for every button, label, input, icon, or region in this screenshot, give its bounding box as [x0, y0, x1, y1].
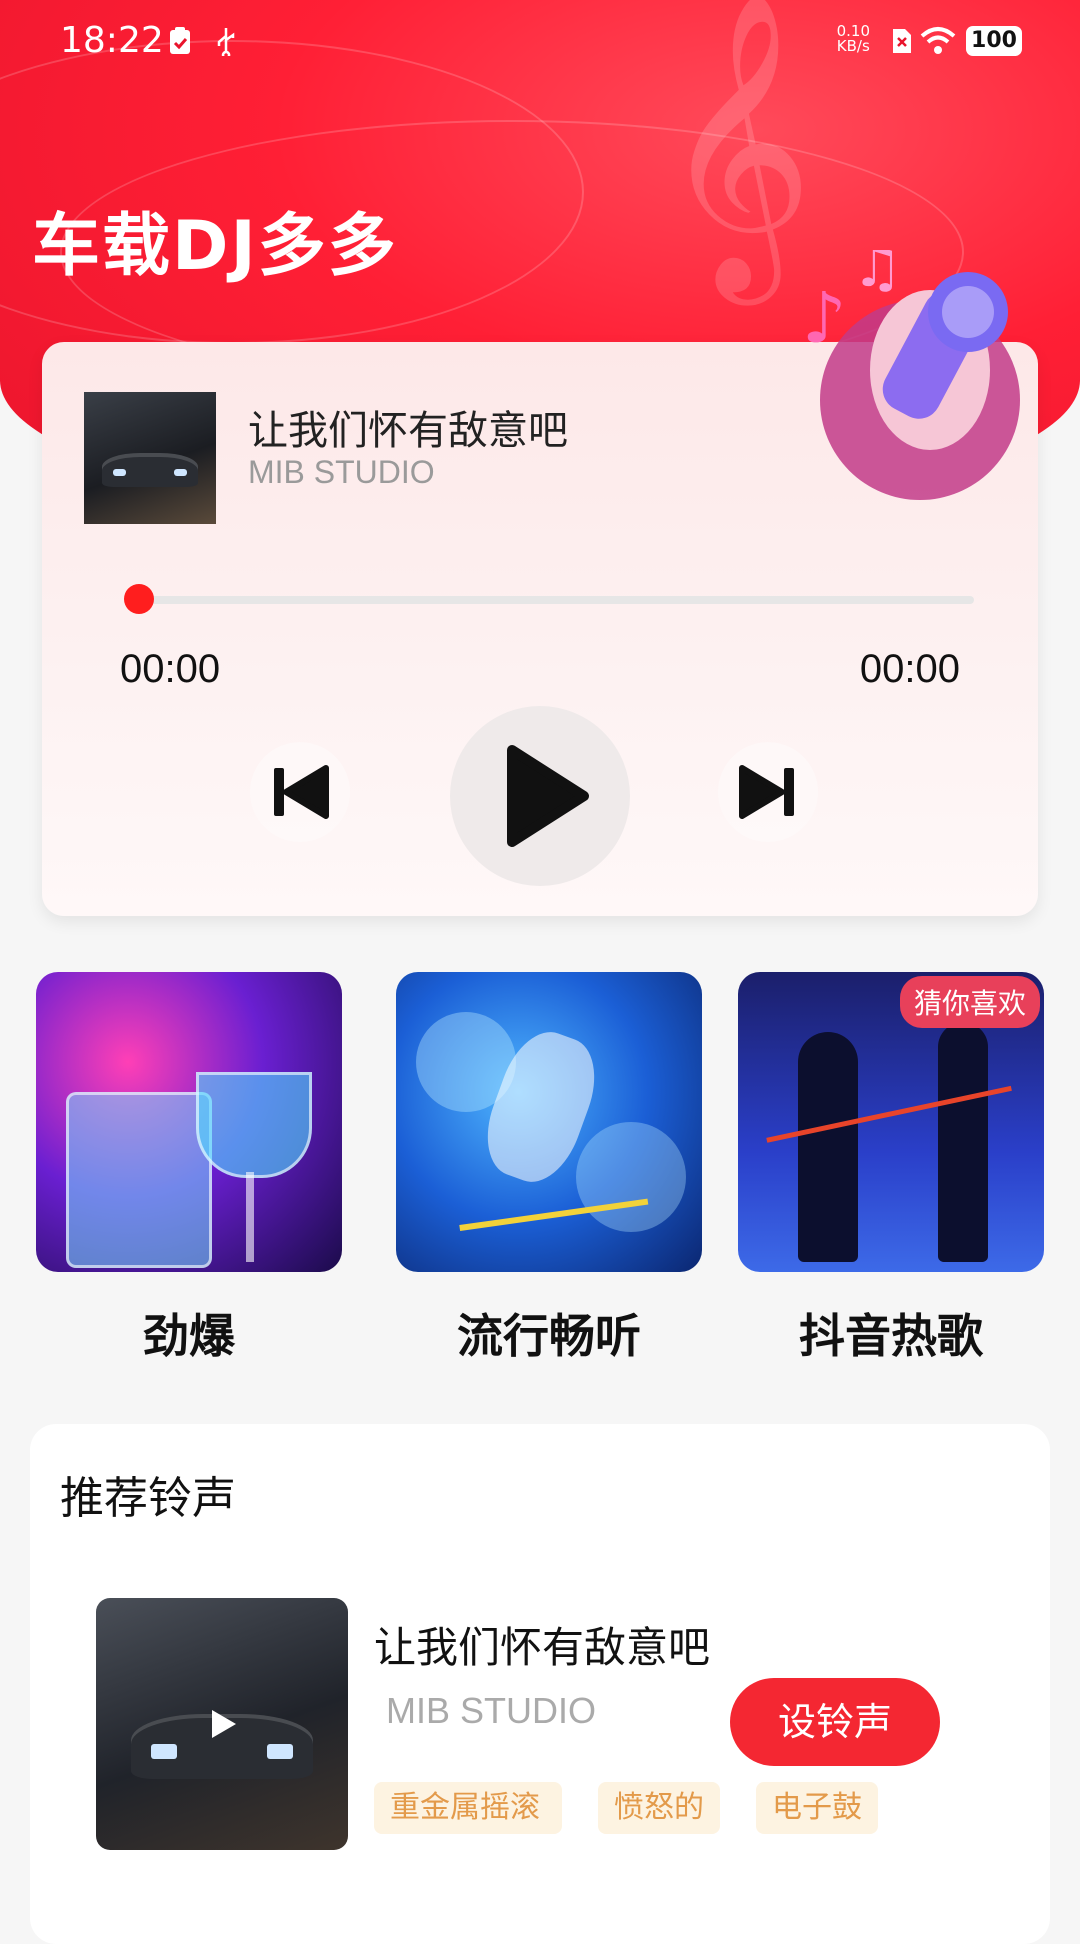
- usb-icon: [214, 26, 238, 64]
- svg-text:♪: ♪: [802, 277, 847, 359]
- status-time: 18:22: [60, 20, 164, 61]
- ringtone-cover[interactable]: [96, 1598, 348, 1850]
- progress-thumb[interactable]: [124, 584, 154, 614]
- ringtone-artist: MIB STUDIO: [386, 1690, 597, 1731]
- ringtone-title: 让我们怀有敌意吧: [374, 1623, 711, 1672]
- category-tile-jinbao[interactable]: 劲爆: [36, 972, 342, 1366]
- play-button[interactable]: [450, 706, 630, 886]
- battery-indicator: 100: [966, 26, 1022, 56]
- svg-text:♫: ♫: [852, 250, 902, 300]
- ringtone-section: 推荐铃声 让我们怀有敌意吧 MIB STUDIO 设铃声 重金属摇滚 愤怒的 电…: [30, 1424, 1050, 1944]
- category-label: 抖音热歌: [799, 1309, 983, 1363]
- net-speed: 0.10 KB/s: [836, 22, 870, 55]
- play-icon: [212, 1710, 236, 1738]
- category-image: 猜你喜欢: [738, 972, 1044, 1272]
- song-title: 让我们怀有敌意吧: [248, 408, 568, 454]
- total-time: 00:00: [859, 647, 960, 691]
- page-title: 车载DJ多多: [32, 207, 398, 286]
- tag: 电子鼓: [756, 1782, 878, 1834]
- category-tile-douyin[interactable]: 猜你喜欢 抖音热歌: [738, 972, 1044, 1366]
- current-time: 00:00: [120, 647, 221, 691]
- wifi-icon: [920, 26, 956, 64]
- category-image: [36, 972, 342, 1272]
- tag: 愤怒的: [598, 1782, 720, 1834]
- status-bar: 18:22 0.10 KB/s 100: [0, 0, 1080, 90]
- no-sim-icon: [890, 26, 914, 64]
- skip-previous-icon: [274, 765, 329, 819]
- album-cover[interactable]: [84, 392, 216, 524]
- skip-next-icon: [739, 765, 794, 819]
- section-title: 推荐铃声: [60, 1473, 236, 1524]
- tag: 重金属摇滚: [374, 1782, 562, 1834]
- category-label: 流行畅听: [457, 1309, 641, 1363]
- category-image: [396, 972, 702, 1272]
- microphone-decoration: ♪ ♫: [802, 250, 1020, 500]
- set-ringtone-button[interactable]: 设铃声: [730, 1678, 940, 1766]
- clipboard-check-icon: [168, 26, 192, 64]
- play-icon: [507, 745, 589, 847]
- progress-track[interactable]: [134, 596, 974, 604]
- category-tile-popular[interactable]: 流行畅听: [396, 972, 702, 1366]
- recommend-badge: 猜你喜欢: [899, 976, 1040, 1028]
- next-button[interactable]: [718, 742, 818, 842]
- category-label: 劲爆: [143, 1309, 235, 1363]
- previous-button[interactable]: [250, 742, 350, 842]
- song-artist: MIB STUDIO: [248, 454, 435, 490]
